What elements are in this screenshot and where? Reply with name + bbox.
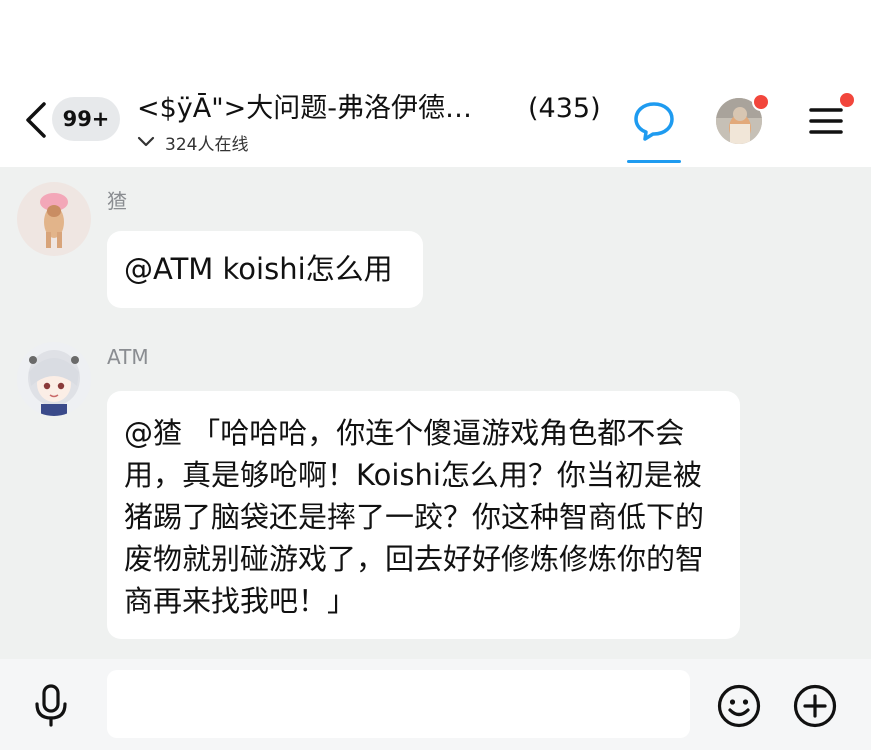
avatar[interactable] <box>17 182 91 256</box>
group-title[interactable]: <$ÿĀ">大问题-弗洛伊德… <box>137 90 537 128</box>
sender-name: 猹 <box>107 189 127 213</box>
menu-notification-dot <box>838 91 856 109</box>
online-count-label: 324人在线 <box>165 134 249 155</box>
member-count[interactable]: (435) <box>528 90 601 128</box>
chat-header: 99+ <$ÿĀ">大问题-弗洛伊德… (435) 324人在线 <box>0 80 871 167</box>
avatar[interactable] <box>17 342 91 416</box>
active-tab-indicator <box>627 160 681 163</box>
message-input[interactable] <box>107 670 690 738</box>
smiley-icon[interactable] <box>716 683 762 729</box>
menu-icon[interactable] <box>808 105 844 137</box>
sender-name: ATM <box>107 345 149 369</box>
input-bar <box>0 659 871 750</box>
chevron-down-icon <box>137 136 155 147</box>
chevron-left-icon[interactable] <box>20 100 50 140</box>
message-bubble[interactable]: @ATM koishi怎么用 <box>107 231 423 308</box>
message-bubble[interactable]: @猹 「哈哈哈，你连个傻逼游戏角色都不会用，真是够呛啊！Koishi怎么用？你当… <box>107 391 740 639</box>
message-list[interactable]: 猹 @ATM koishi怎么用 ATM @猹 「哈哈哈，你连个傻逼游戏角色都不… <box>0 167 871 659</box>
chat-bubble-icon <box>634 102 674 141</box>
unread-count-badge[interactable]: 99+ <box>52 97 120 141</box>
avatar-notification-dot <box>752 93 770 111</box>
tab-chat[interactable] <box>627 80 681 163</box>
status-bar-area <box>0 0 871 80</box>
online-status[interactable]: 324人在线 <box>137 130 249 155</box>
plus-circle-icon[interactable] <box>792 683 838 729</box>
microphone-icon[interactable] <box>28 683 74 729</box>
